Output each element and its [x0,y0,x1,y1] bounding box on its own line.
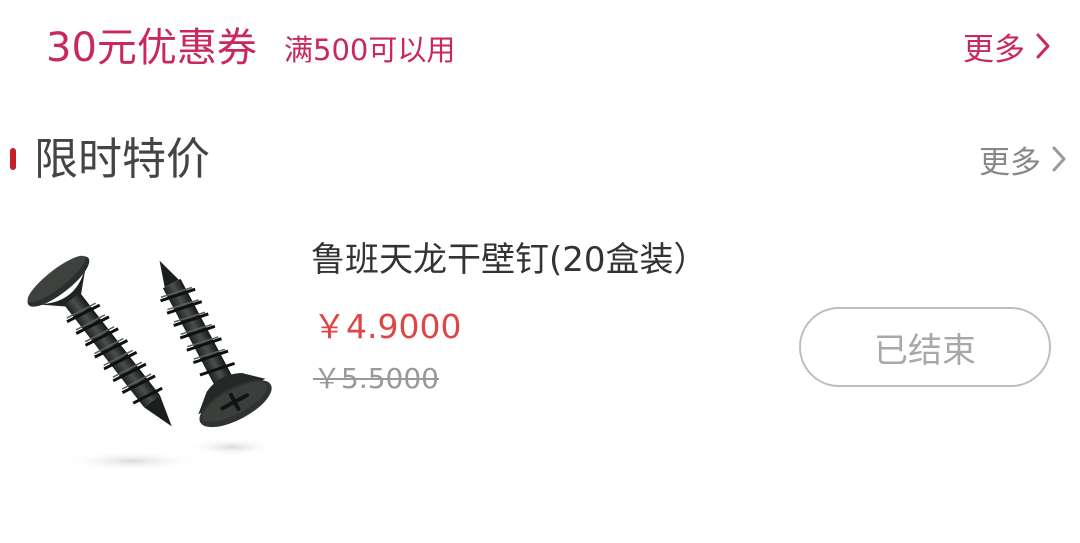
chevron-right-icon [1052,146,1066,172]
coupon-more-label: 更多 [963,31,1025,68]
ended-status-button[interactable]: 已结束 [799,307,1051,387]
chevron-right-icon [1036,33,1050,59]
product-price: ￥4.9000 [313,307,462,346]
product-original-price: ￥5.5000 [313,362,439,395]
coupon-condition: 满500可以用 [284,33,456,67]
flash-sale-more-label: 更多 [979,144,1041,181]
product-image[interactable] [22,225,280,483]
coupon-bar[interactable]: 30元优惠券 满500可以用 更多 [0,0,1080,100]
coupon-more-link[interactable]: 更多 [963,24,1051,68]
product-name[interactable]: 鲁班天龙干壁钉(20盒装） [311,237,708,283]
flash-sale-header: 限时特价 更多 [0,120,1080,200]
section-accent-bar [10,148,16,170]
flash-sale-more-link[interactable]: 更多 [979,137,1067,181]
product-card[interactable]: 鲁班天龙干壁钉(20盒装） ￥4.9000 ￥5.5000 已结束 [0,215,1080,505]
section-title: 限时特价 [34,134,210,185]
drywall-screws-image [27,255,277,471]
coupon-amount: 30元优惠券 [46,25,257,71]
